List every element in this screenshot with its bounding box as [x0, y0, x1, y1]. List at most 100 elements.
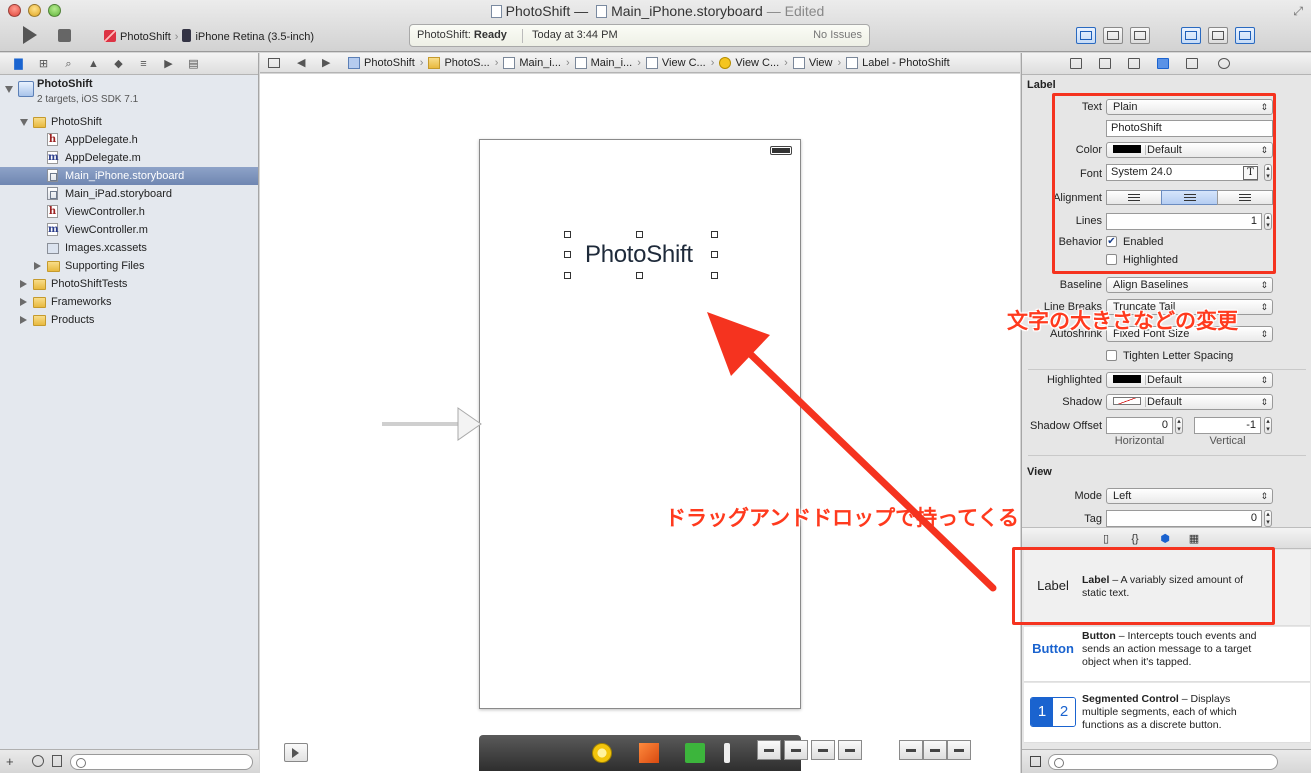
resizing-behavior-icon[interactable] — [838, 740, 862, 760]
shadow-horizontal-stepper[interactable]: ▴ ▾ — [1175, 417, 1183, 434]
navigator-row[interactable]: PhotoShiftTests — [0, 275, 258, 293]
baseline-popup[interactable]: Align Baselines — [1106, 277, 1273, 293]
shadow-vertical-field[interactable]: -1 — [1194, 417, 1261, 434]
log-icon[interactable]: ▤ — [187, 58, 200, 70]
view-controller-scene[interactable] — [479, 139, 801, 709]
disclosure-open-icon[interactable] — [20, 119, 28, 126]
resize-handle[interactable] — [564, 272, 571, 279]
resize-handle[interactable] — [711, 251, 718, 258]
navigator-row[interactable]: h AppDelegate.h — [0, 131, 258, 149]
navigator-filter-input[interactable] — [70, 754, 253, 770]
breadcrumb-item[interactable]: Label - PhotoShift — [846, 53, 950, 72]
navigator-row[interactable]: Images.xcassets — [0, 239, 258, 257]
lines-field[interactable]: 1 — [1106, 213, 1262, 230]
tag-stepper[interactable]: ▴ ▾ — [1264, 510, 1272, 527]
debug-icon[interactable]: ≡ — [137, 58, 150, 70]
resize-handle[interactable] — [564, 251, 571, 258]
highlighted-color-popup[interactable]: Default — [1106, 372, 1273, 388]
grid-view-icon[interactable] — [1030, 756, 1041, 767]
navigator-row[interactable]: h ViewController.h — [0, 203, 258, 221]
disclosure-closed-icon[interactable] — [34, 262, 41, 270]
text-field[interactable]: PhotoShift — [1106, 120, 1273, 137]
photoshift-label[interactable]: PhotoShift — [585, 241, 693, 269]
tighten-checkbox[interactable] — [1106, 350, 1117, 361]
font-field[interactable]: System 24.0 — [1106, 164, 1258, 181]
breadcrumb-item[interactable]: PhotoShift › — [348, 53, 428, 72]
navigator-row[interactable]: m ViewController.m — [0, 221, 258, 239]
navigator-row[interactable]: Main_iPad.storyboard — [0, 185, 258, 203]
font-picker-icon[interactable]: T — [1243, 166, 1258, 180]
issues-indicator[interactable]: No Issues — [813, 25, 862, 46]
related-items-icon[interactable] — [268, 58, 280, 68]
shadow-popup[interactable]: Default — [1106, 394, 1273, 410]
disclosure-closed-icon[interactable] — [20, 298, 27, 306]
enabled-checkbox[interactable]: ✔ — [1106, 236, 1117, 247]
highlighted-checkbox[interactable] — [1106, 254, 1117, 265]
assistant-editor-icon[interactable] — [1103, 27, 1123, 44]
scheme-selector[interactable]: PhotoShift › iPhone Retina (3.5-inch) — [104, 29, 314, 43]
navigator-row[interactable]: Frameworks — [0, 293, 258, 311]
font-size-stepper[interactable]: ▴ ▾ — [1264, 164, 1272, 181]
symbol-navigator-icon[interactable]: ⊞ — [37, 58, 50, 70]
align-center-button[interactable] — [1161, 190, 1218, 205]
file-inspector-icon[interactable] — [1070, 58, 1082, 69]
first-responder-icon[interactable] — [639, 743, 659, 763]
breadcrumb-item[interactable]: View C... › — [719, 53, 792, 72]
size-inspector-icon[interactable] — [1186, 58, 1198, 69]
navigator-toggle-icon[interactable] — [1181, 27, 1201, 44]
warning-icon[interactable]: ▲ — [87, 58, 100, 70]
navigator-row[interactable]: PhotoShift — [0, 113, 258, 131]
navigator-row[interactable]: m AppDelegate.m — [0, 149, 258, 167]
stop-button[interactable] — [58, 29, 71, 42]
resize-handle[interactable] — [636, 231, 643, 238]
resize-handle[interactable] — [564, 231, 571, 238]
shadow-vertical-stepper[interactable]: ▴ ▾ — [1264, 417, 1272, 434]
navigator-row[interactable]: Products — [0, 311, 258, 329]
navigator-row[interactable]: Supporting Files — [0, 257, 258, 275]
back-arrow-icon[interactable]: ◀ — [297, 53, 305, 72]
code-snippet-icon[interactable]: {} — [1129, 533, 1141, 545]
library-filter-input[interactable] — [1048, 754, 1278, 770]
shadow-horizontal-field[interactable]: 0 — [1106, 417, 1173, 434]
add-icon[interactable]: + — [6, 754, 14, 769]
test-icon[interactable]: ◆ — [112, 58, 125, 70]
file-template-icon[interactable]: ▯ — [1100, 533, 1112, 545]
resolve-issues-icon[interactable] — [811, 740, 835, 760]
text-type-popup[interactable]: Plain — [1106, 99, 1273, 115]
zoom-in-icon[interactable] — [947, 740, 971, 760]
disclosure-open-icon[interactable] — [5, 86, 13, 93]
version-editor-icon[interactable] — [1130, 27, 1150, 44]
align-icon[interactable] — [757, 740, 781, 760]
breadcrumb-item[interactable]: PhotoS... › — [428, 53, 503, 72]
exit-icon[interactable] — [685, 743, 705, 763]
recent-files-icon[interactable] — [32, 755, 44, 767]
project-row[interactable]: PhotoShift 2 targets, iOS SDK 7.1 — [0, 77, 258, 113]
document-outline-toggle-icon[interactable] — [284, 743, 308, 762]
breakpoint-icon[interactable]: ▶ — [162, 58, 175, 70]
lines-stepper[interactable]: ▴ ▾ — [1264, 213, 1272, 230]
debug-area-toggle-icon[interactable] — [1208, 27, 1228, 44]
align-right-button[interactable] — [1217, 190, 1273, 205]
disclosure-closed-icon[interactable] — [20, 280, 27, 288]
breadcrumb-item[interactable]: Main_i... › — [574, 53, 646, 72]
library-item-segmented-control[interactable]: 12 Segmented Control – Displays multiple… — [1024, 683, 1310, 743]
run-button[interactable] — [23, 26, 37, 44]
pin-constraints-icon[interactable] — [784, 740, 808, 760]
fullscreen-icon[interactable]: ⤢ — [1293, 4, 1303, 19]
forward-arrow-icon[interactable]: ▶ — [322, 53, 330, 72]
tag-field[interactable]: 0 — [1106, 510, 1262, 527]
resize-handle[interactable] — [636, 272, 643, 279]
search-icon[interactable]: ⌕ — [62, 58, 75, 70]
utilities-toggle-icon[interactable] — [1235, 27, 1255, 44]
zoom-out-icon[interactable] — [899, 740, 923, 760]
color-popup[interactable]: Default — [1106, 142, 1273, 158]
connections-inspector-icon[interactable] — [1218, 58, 1230, 69]
quick-help-icon[interactable] — [1099, 58, 1111, 69]
library-item-button[interactable]: Button Button – Intercepts touch events … — [1024, 627, 1310, 682]
align-left-button[interactable] — [1106, 190, 1162, 205]
breadcrumb-item[interactable]: View C... › — [645, 53, 719, 72]
resize-handle[interactable] — [711, 272, 718, 279]
standard-editor-icon[interactable] — [1076, 27, 1096, 44]
resize-handle[interactable] — [711, 231, 718, 238]
media-library-icon[interactable]: ▦ — [1188, 533, 1200, 545]
